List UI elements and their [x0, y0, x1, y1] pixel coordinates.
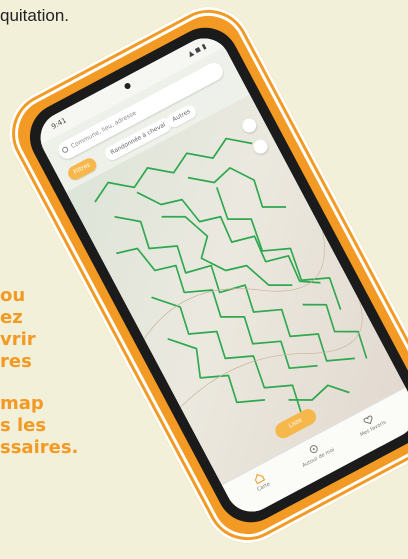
camera-icon [123, 81, 132, 91]
search-icon [61, 145, 70, 154]
promo-line: map [0, 393, 44, 414]
promo-line: vrir [0, 329, 36, 350]
phone-mockup: 9:41 ▲ ◼ ▮ Commune, lieu, adresse Filtre… [0, 0, 408, 559]
promo-gap [0, 373, 78, 393]
promo-text: ou ez vrir res map s les ssaires. [0, 285, 78, 459]
page-top-text: quitation. [0, 6, 69, 25]
status-time: 9:41 [50, 116, 68, 131]
promo-line: res [0, 351, 32, 372]
promo-line: s les [0, 415, 47, 436]
promo-line: ou [0, 285, 26, 306]
status-icons: ▲ ◼ ▮ [186, 42, 208, 59]
promo-line: ssaires. [0, 437, 79, 458]
promo-line: ez [0, 307, 23, 328]
